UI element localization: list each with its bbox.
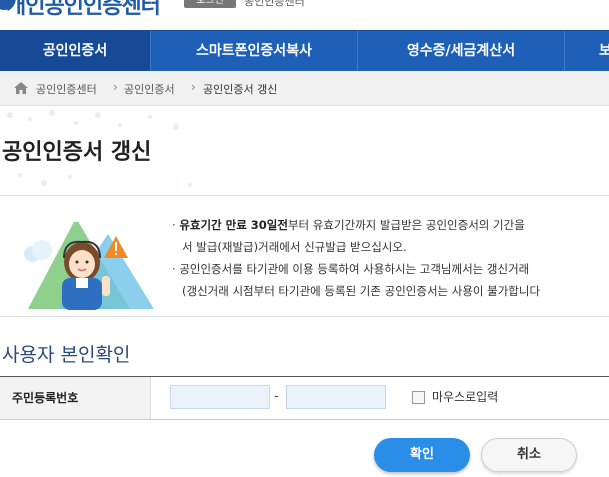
top-header: 개인공인인증센터 로그인 공인인증센터 [0, 0, 609, 30]
notice-text: · 유효기간 만료 30일전부터 유효기간까지 발급받은 공인인증서의 기간을 … [172, 214, 540, 302]
mouse-input-label[interactable]: 마우스로입력 [432, 388, 498, 405]
nav-item-receipt-tax[interactable]: 영수증/세금계산서 [358, 31, 565, 71]
nav-item-certificate[interactable]: 공인인증서 [0, 31, 151, 71]
mouse-input-checkbox[interactable] [412, 391, 425, 404]
site-logo[interactable]: 개인공인인증센터 [6, 0, 161, 20]
ssn-dash: - [274, 389, 279, 404]
nav-item-smartphone-copy[interactable]: 스마트폰인증서복사 [151, 31, 358, 71]
breadcrumb-item[interactable]: 공인인증서 [124, 81, 175, 97]
main-navigation: 공인인증서 스마트폰인증서복사 영수증/세금계산서 보 [0, 30, 609, 71]
nav-item-more[interactable]: 보 [565, 31, 609, 71]
identity-form: 주민등록번호 - 마우스로입력 [0, 376, 609, 420]
notice-line: (갱신거래 시점부터 타기관에 등록된 기존 공인인증서는 사용이 불가합니다 [182, 284, 541, 298]
confirm-button[interactable]: 확인 [374, 438, 470, 472]
breadcrumb-item[interactable]: 공인인증센터 [36, 81, 97, 97]
chevron-right-icon: › [113, 80, 118, 94]
ssn-front-input[interactable] [170, 385, 270, 409]
support-agent-illustration [24, 214, 154, 310]
ssn-back-input[interactable] [286, 385, 386, 409]
notice-highlight: 유효기간 만료 30일전 [179, 218, 288, 232]
notice-line: 서 발급(재발급)거래에서 신규발급 받으십시오. [182, 240, 407, 254]
ssn-label: 주민등록번호 [12, 391, 79, 405]
ssn-label-cell: 주민등록번호 [0, 377, 151, 419]
notice-line: · 공인인증서를 타기관에 이용 등록하여 사용하시는 고객님께서는 갱신거래 [172, 262, 530, 276]
cancel-button[interactable]: 취소 [481, 438, 577, 472]
breadcrumb: 공인인증센터 › 공인인증서 › 공인인증서 갱신 [0, 71, 609, 106]
home-icon[interactable] [14, 82, 28, 94]
chevron-right-icon: › [191, 80, 196, 94]
notice-box: · 유효기간 만료 30일전부터 유효기간까지 발급받은 공인인증서의 기간을 … [0, 195, 609, 317]
breadcrumb-current: 공인인증서 갱신 [203, 83, 278, 96]
notice-line-text: 공인인증서를 타기관에 이용 등록하여 사용하시는 고객님께서는 갱신거래 [179, 262, 530, 276]
page-title: 공인인증서 갱신 [2, 140, 152, 165]
login-button[interactable]: 로그인 [184, 0, 236, 8]
section-title: 사용자 본인확인 [2, 344, 131, 366]
top-link[interactable]: 공인인증센터 [244, 0, 305, 9]
notice-line-text: 부터 유효기간까지 발급받은 공인인증서의 기간을 [287, 218, 525, 232]
notice-line: · 유효기간 만료 30일전부터 유효기간까지 발급받은 공인인증서의 기간을 [172, 218, 525, 232]
